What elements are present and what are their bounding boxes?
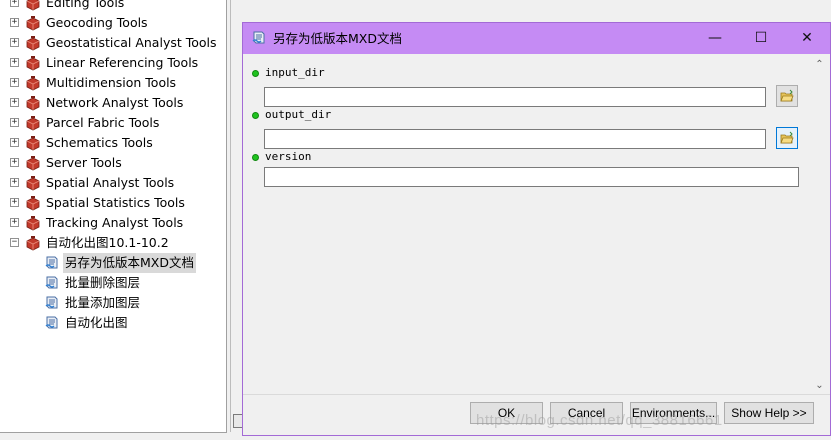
expand-icon[interactable]: + [10, 78, 19, 87]
script-tool-icon [44, 275, 60, 291]
toolbox-icon [25, 115, 41, 131]
toolbox-icon [25, 35, 41, 51]
toolbox-icon [25, 15, 41, 31]
expand-icon[interactable]: + [10, 138, 19, 147]
input-dir-field[interactable] [264, 87, 766, 107]
toolbox-item[interactable]: + Network Analyst Tools [0, 93, 226, 113]
open-folder-icon [780, 89, 794, 102]
expand-icon[interactable]: + [10, 18, 19, 27]
toolbox-tree[interactable]: + Editing Tools + Geocoding Tools + Geostatis… [0, 0, 227, 433]
toolbox-item-label: Spatial Analyst Tools [46, 175, 175, 190]
toolbox-item-label: Linear Referencing Tools [46, 55, 199, 70]
minimize-button[interactable]: — [692, 23, 738, 54]
toolbox-item[interactable]: − 自动化出图10.1-10.2 [0, 233, 226, 253]
expand-icon[interactable]: + [10, 158, 19, 167]
toolbox-icon [25, 155, 41, 171]
toolbox-item-label: Parcel Fabric Tools [46, 115, 160, 130]
toolbox-item[interactable]: + Multidimension Tools [0, 73, 226, 93]
watermark-text: https://blog.csdn.net/qq_38816661 [476, 412, 723, 429]
script-tool-icon [252, 31, 265, 44]
toolbox-item-label: Server Tools [46, 155, 122, 170]
toolbox-item-label: Network Analyst Tools [46, 95, 184, 110]
open-folder-icon [780, 131, 794, 144]
toolbox-item[interactable]: + Geostatistical Analyst Tools [0, 33, 226, 53]
script-tool-icon [44, 315, 60, 331]
output-dir-browse-button[interactable] [776, 127, 798, 149]
toolbox-icon [25, 215, 41, 231]
toolbox-item[interactable]: + Spatial Statistics Tools [0, 193, 226, 213]
toolbox-icon [25, 235, 41, 251]
show-help-button[interactable]: Show Help >> [724, 402, 814, 424]
toolbox-item-label: Geocoding Tools [46, 15, 148, 30]
required-indicator-icon [252, 70, 259, 77]
tool-dialog: 另存为低版本MXD文档 — ☐ ✕ input_dir output_dir v… [242, 22, 831, 436]
expand-icon[interactable]: + [10, 0, 19, 7]
toolbox-item-label: Geostatistical Analyst Tools [46, 35, 217, 50]
tool-item-label: 批量添加图层 [65, 295, 141, 310]
toolbox-item[interactable]: + Geocoding Tools [0, 13, 226, 33]
toolbox-item[interactable]: + Editing Tools [0, 0, 226, 13]
tool-item[interactable]: 另存为低版本MXD文档 [0, 253, 226, 273]
toolbox-item-label: 自动化出图10.1-10.2 [46, 235, 169, 250]
expand-icon[interactable]: + [10, 118, 19, 127]
close-button[interactable]: ✕ [784, 23, 830, 54]
expand-icon[interactable]: + [10, 58, 19, 67]
toolbox-icon [25, 195, 41, 211]
scroll-down-icon[interactable]: ⌄ [811, 377, 828, 394]
expand-icon[interactable]: + [10, 38, 19, 47]
collapse-icon[interactable]: − [10, 238, 19, 247]
required-indicator-icon [252, 112, 259, 119]
toolbox-item[interactable]: + Schematics Tools [0, 133, 226, 153]
toolbox-icon [25, 75, 41, 91]
output-dir-field[interactable] [264, 129, 766, 149]
dialog-titlebar[interactable]: 另存为低版本MXD文档 — ☐ ✕ [243, 23, 830, 54]
maximize-button[interactable]: ☐ [738, 23, 784, 54]
script-tool-icon [44, 255, 60, 271]
toolbox-item[interactable]: + Tracking Analyst Tools [0, 213, 226, 233]
tool-item[interactable]: 批量添加图层 [0, 293, 226, 313]
toolbox-item-label: Multidimension Tools [46, 75, 177, 90]
toolbox-icon [25, 95, 41, 111]
toolbox-item[interactable]: + Parcel Fabric Tools [0, 113, 226, 133]
toolbox-item-label: Schematics Tools [46, 135, 153, 150]
expand-icon[interactable]: + [10, 178, 19, 187]
input-dir-browse-button[interactable] [776, 85, 798, 107]
toolbox-icon [25, 175, 41, 191]
pane-divider[interactable] [230, 0, 231, 432]
output-dir-label: output_dir [265, 108, 332, 121]
parameter-form: input_dir output_dir version [245, 56, 815, 394]
expand-icon[interactable]: + [10, 218, 19, 227]
toolbox-item-label: Editing Tools [46, 0, 125, 10]
toolbox-item-label: Tracking Analyst Tools [46, 215, 184, 230]
required-indicator-icon [252, 154, 259, 161]
tool-item-label: 另存为低版本MXD文档 [63, 253, 196, 273]
toolbox-icon [25, 0, 41, 11]
expand-icon[interactable]: + [10, 98, 19, 107]
version-field[interactable] [264, 167, 799, 187]
version-label: version [265, 150, 312, 163]
toolbox-icon [25, 135, 41, 151]
tool-item-label: 批量删除图层 [65, 275, 141, 290]
toolbox-item-label: Spatial Statistics Tools [46, 195, 185, 210]
toolbox-item[interactable]: + Spatial Analyst Tools [0, 173, 226, 193]
toolbox-item[interactable]: + Linear Referencing Tools [0, 53, 226, 73]
tool-item[interactable]: 自动化出图 [0, 313, 226, 333]
dialog-title: 另存为低版本MXD文档 [273, 31, 402, 46]
toolbox-icon [25, 55, 41, 71]
expand-icon[interactable]: + [10, 198, 19, 207]
script-tool-icon [44, 295, 60, 311]
tool-item-label: 自动化出图 [65, 315, 128, 330]
tool-item[interactable]: 批量删除图层 [0, 273, 226, 293]
toolbox-item[interactable]: + Server Tools [0, 153, 226, 173]
scroll-up-icon[interactable]: ⌃ [811, 56, 828, 73]
input-dir-label: input_dir [265, 66, 325, 79]
form-scrollbar[interactable]: ⌃ ⌄ [811, 56, 828, 394]
